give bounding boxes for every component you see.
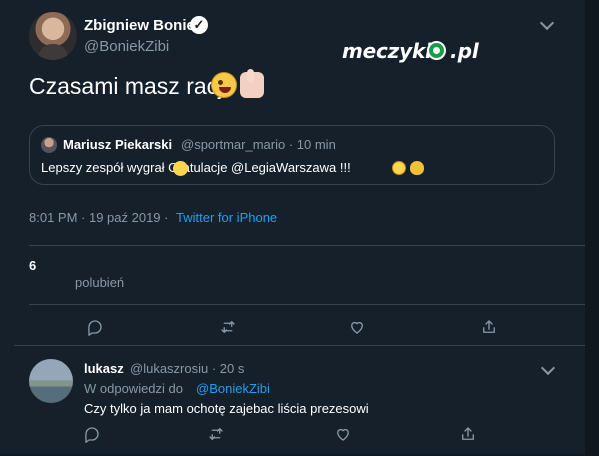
football-icon xyxy=(427,41,446,60)
author-name[interactable]: Zbigniew Boniek xyxy=(84,17,203,34)
tweet-text: Czasami masz racje xyxy=(29,73,237,99)
share-button[interactable] xyxy=(479,317,499,337)
thumbs-up-icon xyxy=(240,69,264,98)
reply-author-avatar[interactable] xyxy=(29,359,73,403)
brand-domain-suffix: pl xyxy=(457,39,479,63)
reply-retweet-button[interactable] xyxy=(206,424,226,444)
crazy-face-icon xyxy=(211,72,237,98)
like-button[interactable] xyxy=(347,317,367,337)
reply-like-button[interactable] xyxy=(333,424,353,444)
quote-author-name[interactable]: Mariusz Piekarski xyxy=(63,137,172,152)
share-icon xyxy=(462,427,474,440)
quote-author-handle[interactable]: @sportmar_mario · 10 min xyxy=(181,137,336,152)
tweet-thread-divider xyxy=(14,345,585,346)
verified-badge-icon: ✓ xyxy=(190,16,208,34)
like-icon xyxy=(351,321,363,334)
flexed-biceps-icon xyxy=(410,161,424,175)
reply-icon xyxy=(85,427,99,443)
like-icon xyxy=(337,428,349,441)
share-icon xyxy=(483,320,495,333)
quote-tweet-text: Lepszy zespół wygrał Gratulacje @LegiaWa… xyxy=(41,160,351,175)
window-edge xyxy=(585,0,599,456)
tweet-source-link[interactable]: Twitter for iPhone xyxy=(176,210,277,225)
reply-menu-chevron-icon[interactable] xyxy=(540,360,556,376)
retweet-button[interactable] xyxy=(218,317,238,337)
brand-logo-text: meczyki xyxy=(342,39,432,63)
retweet-icon xyxy=(209,428,223,440)
reply-context-label: W odpowiedzi do xyxy=(84,381,183,396)
reply-author-name[interactable]: lukasz xyxy=(84,361,124,376)
author-avatar[interactable] xyxy=(29,12,77,60)
stats-divider-bottom xyxy=(29,304,585,305)
quote-tweet-card[interactable]: Mariusz Piekarski @sportmar_mario · 10 m… xyxy=(29,125,555,185)
reply-reply-button[interactable] xyxy=(82,424,102,444)
reply-author-handle[interactable]: @lukaszrosiu · 20 s xyxy=(130,361,244,376)
main-tweet: Zbigniew Boniek ✓ @BoniekZibi meczyki .p… xyxy=(0,0,585,345)
tweet-timestamp[interactable]: 8:01 PM · 19 paź 2019 · xyxy=(29,210,168,225)
reply-share-button[interactable] xyxy=(458,424,478,444)
likes-label[interactable]: polubień xyxy=(75,275,124,290)
reply-icon xyxy=(88,320,102,336)
tweet-menu-chevron-icon[interactable] xyxy=(539,15,555,31)
brand-logo-suffix: .pl xyxy=(450,39,479,63)
likes-count[interactable]: 6 xyxy=(29,258,36,273)
author-handle[interactable]: @BoniekZibi xyxy=(84,38,169,55)
stats-divider-top xyxy=(29,245,585,246)
clapping-hands-icon xyxy=(173,161,188,176)
quote-author-avatar[interactable] xyxy=(41,137,57,153)
reply-button[interactable] xyxy=(85,317,105,337)
winking-face-icon xyxy=(392,161,406,175)
retweet-icon xyxy=(221,321,235,333)
reply-context-link[interactable]: @BoniekZibi xyxy=(196,381,270,396)
reply-tweet-text: Czy tylko ja mam ochotę zajebac liścia p… xyxy=(84,401,369,416)
